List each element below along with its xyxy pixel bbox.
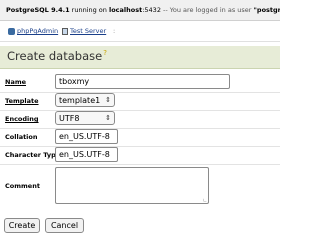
logged-in-text: -- You are logged in as user <box>160 6 254 14</box>
cancel-button[interactable]: Cancel <box>45 218 84 233</box>
breadcrumb-separator: : <box>54 27 57 35</box>
row-divider <box>0 110 280 111</box>
breadcrumb-app-link[interactable]: phpPgAdmin <box>17 21 58 41</box>
collation-input[interactable]: en_US.UTF-8 <box>55 129 118 144</box>
encoding-value: UTF8 <box>59 113 80 123</box>
character-type-label: Character Type <box>5 151 61 159</box>
resize-handle-icon[interactable]: ∟ <box>203 198 207 204</box>
template-value: template1 <box>59 95 101 105</box>
template-select[interactable]: template1 ⇕ <box>55 93 115 107</box>
phppgadmin-icon <box>8 27 15 35</box>
page-heading: Create database? <box>0 46 280 69</box>
collation-label: Collation <box>5 133 38 141</box>
chevron-updown-icon: ⇕ <box>105 96 111 104</box>
breadcrumb-trail-end: : <box>113 27 116 35</box>
running-on-text: running on <box>69 6 109 14</box>
encoding-select[interactable]: UTF8 ⇕ <box>55 111 115 125</box>
breadcrumb-app[interactable]: phpPgAdmin <box>8 21 58 41</box>
comment-label: Comment <box>5 182 40 190</box>
character-type-input[interactable]: en_US.UTF-8 <box>55 147 118 162</box>
top-info-bar: PostgreSQL 9.4.1 running on localhost:54… <box>0 0 280 21</box>
page-title: Create database <box>7 49 103 63</box>
row-divider <box>0 92 280 93</box>
chevron-updown-icon: ⇕ <box>105 114 111 122</box>
name-label: Name <box>5 78 27 86</box>
breadcrumb-server[interactable]: Test Server <box>62 21 106 41</box>
template-label: Template <box>5 97 39 105</box>
row-divider <box>0 164 280 165</box>
server-icon <box>62 27 68 35</box>
user-name: "postgres" <box>253 6 280 14</box>
create-button[interactable]: Create <box>4 218 40 233</box>
encoding-label: Encoding <box>5 115 39 123</box>
port-text: :5432 <box>142 6 161 14</box>
host-name: localhost <box>108 6 143 14</box>
help-link[interactable]: ? <box>103 49 107 57</box>
comment-textarea[interactable] <box>55 167 209 204</box>
name-input[interactable]: tboxmy <box>55 74 230 89</box>
breadcrumb-server-link[interactable]: Test Server <box>70 21 106 41</box>
breadcrumb: phpPgAdmin : Test Server : <box>0 21 280 42</box>
row-divider <box>0 146 280 147</box>
row-divider <box>0 128 280 129</box>
server-version: PostgreSQL 9.4.1 <box>6 6 70 14</box>
